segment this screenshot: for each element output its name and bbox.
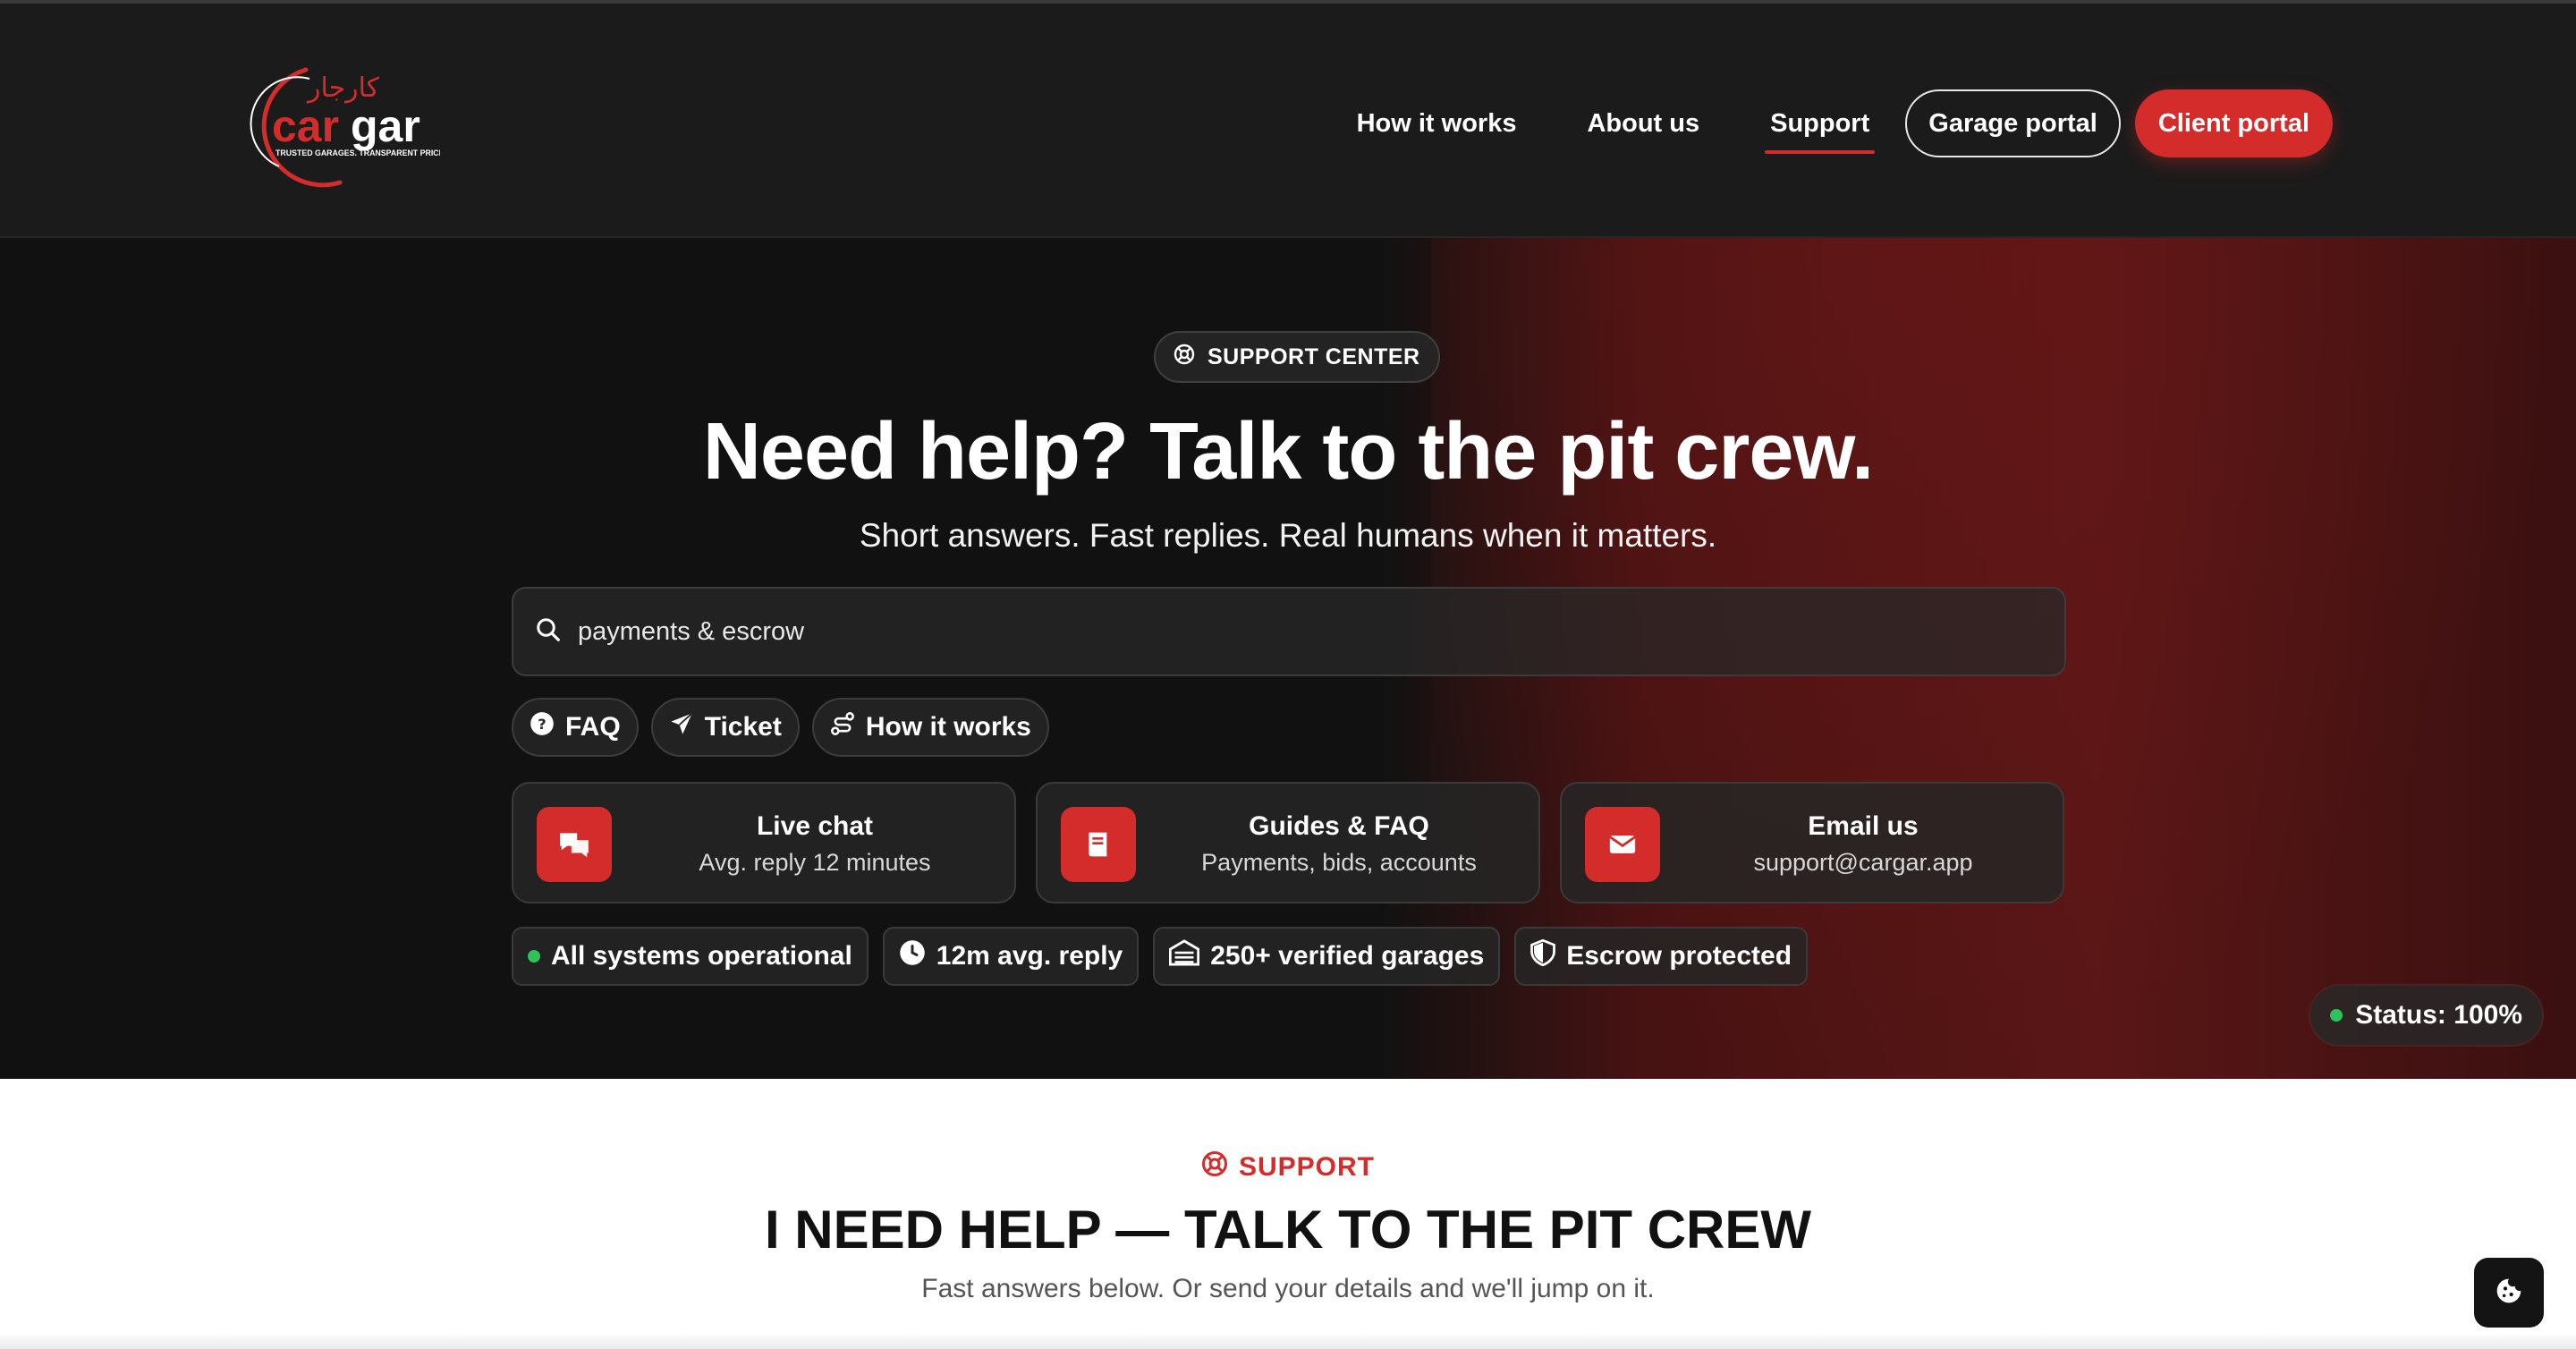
card-email-us[interactable]: Email us support@cargar.app bbox=[1560, 782, 2064, 904]
quick-links: ? FAQ Ticket How it works bbox=[512, 698, 1049, 757]
chip-faq[interactable]: ? FAQ bbox=[512, 698, 639, 757]
stat-garages: 250+ verified garages bbox=[1153, 927, 1501, 986]
main-nav: How it works About us Support Garage por… bbox=[1357, 89, 2333, 157]
svg-text:car: car bbox=[272, 101, 339, 151]
svg-text:gar: gar bbox=[351, 101, 420, 151]
lifebuoy-icon bbox=[1201, 1150, 1228, 1184]
envelope-icon bbox=[1585, 807, 1660, 882]
paper-plane-icon bbox=[669, 711, 694, 743]
site-header: كارجار car gar TRUSTED GARAGES. TRANSPAR… bbox=[0, 0, 2576, 238]
card-title: Guides & FAQ bbox=[1249, 811, 1429, 841]
logo-tagline: TRUSTED GARAGES. TRANSPARENT PRICES bbox=[275, 148, 440, 157]
chip-ticket[interactable]: Ticket bbox=[650, 698, 800, 757]
nav-about-us[interactable]: About us bbox=[1587, 89, 1699, 157]
cargar-logo[interactable]: كارجار car gar TRUSTED GARAGES. TRANSPAR… bbox=[243, 59, 449, 191]
card-title: Live chat bbox=[756, 811, 874, 841]
hero-title: Need help? Talk to the pit crew. bbox=[702, 407, 1874, 496]
status-pill[interactable]: Status: 100% bbox=[2309, 984, 2544, 1047]
garage-icon bbox=[1169, 939, 1200, 973]
status-dot-icon bbox=[528, 950, 540, 963]
nav-support[interactable]: Support bbox=[1765, 89, 1876, 157]
client-portal-button[interactable]: Client portal bbox=[2134, 89, 2333, 157]
lifebuoy-icon bbox=[1174, 344, 1195, 371]
card-guides-faq[interactable]: Guides & FAQ Payments, bids, accounts bbox=[1036, 782, 1540, 904]
status-dot-icon bbox=[2330, 1009, 2343, 1022]
section-subtitle: Fast answers below. Or send your details… bbox=[921, 1274, 1655, 1303]
nav-how-it-works[interactable]: How it works bbox=[1357, 89, 1517, 157]
hero-subtitle: Short answers. Fast replies. Real humans… bbox=[859, 517, 1717, 554]
cookie-icon bbox=[2495, 1277, 2523, 1310]
support-center-badge: SUPPORT CENTER bbox=[1154, 331, 1440, 383]
support-section: SUPPORT I NEED HELP — TALK TO THE PIT CR… bbox=[0, 1079, 2576, 1349]
logo-arabic: كارجار bbox=[306, 72, 380, 104]
route-icon bbox=[830, 711, 855, 743]
card-subtitle: support@cargar.app bbox=[1753, 849, 1973, 876]
search-input[interactable] bbox=[578, 616, 1919, 647]
chat-bubbles-icon bbox=[537, 807, 612, 882]
section-eyebrow: SUPPORT bbox=[0, 1150, 2576, 1184]
card-live-chat[interactable]: Live chat Avg. reply 12 minutes bbox=[512, 782, 1016, 904]
search-bar[interactable] bbox=[512, 587, 2066, 676]
cookie-settings-button[interactable] bbox=[2474, 1258, 2544, 1328]
search-icon bbox=[535, 616, 562, 648]
card-subtitle: Avg. reply 12 minutes bbox=[699, 849, 931, 876]
clock-icon bbox=[899, 939, 926, 973]
section-title: I NEED HELP — TALK TO THE PIT CREW bbox=[764, 1200, 1812, 1260]
chip-how-it-works[interactable]: How it works bbox=[811, 698, 1049, 757]
stat-reply-time: 12m avg. reply bbox=[882, 927, 1140, 986]
svg-text:?: ? bbox=[538, 716, 546, 733]
garage-portal-button[interactable]: Garage portal bbox=[1905, 89, 2121, 157]
card-subtitle: Payments, bids, accounts bbox=[1201, 849, 1477, 876]
shield-icon bbox=[1530, 938, 1556, 973]
badge-label: SUPPORT CENTER bbox=[1208, 344, 1420, 369]
book-icon bbox=[1061, 807, 1136, 882]
stat-escrow: Escrow protected bbox=[1514, 927, 1809, 986]
trust-stats: All systems operational 12m avg. reply 2… bbox=[512, 927, 1809, 986]
card-title: Email us bbox=[1808, 811, 1919, 841]
stat-systems: All systems operational bbox=[512, 927, 869, 986]
hero-section: SUPPORT CENTER Need help? Talk to the pi… bbox=[0, 238, 2576, 1079]
question-circle-icon: ? bbox=[530, 711, 555, 743]
contact-cards: Live chat Avg. reply 12 minutes Guides &… bbox=[512, 782, 2064, 904]
